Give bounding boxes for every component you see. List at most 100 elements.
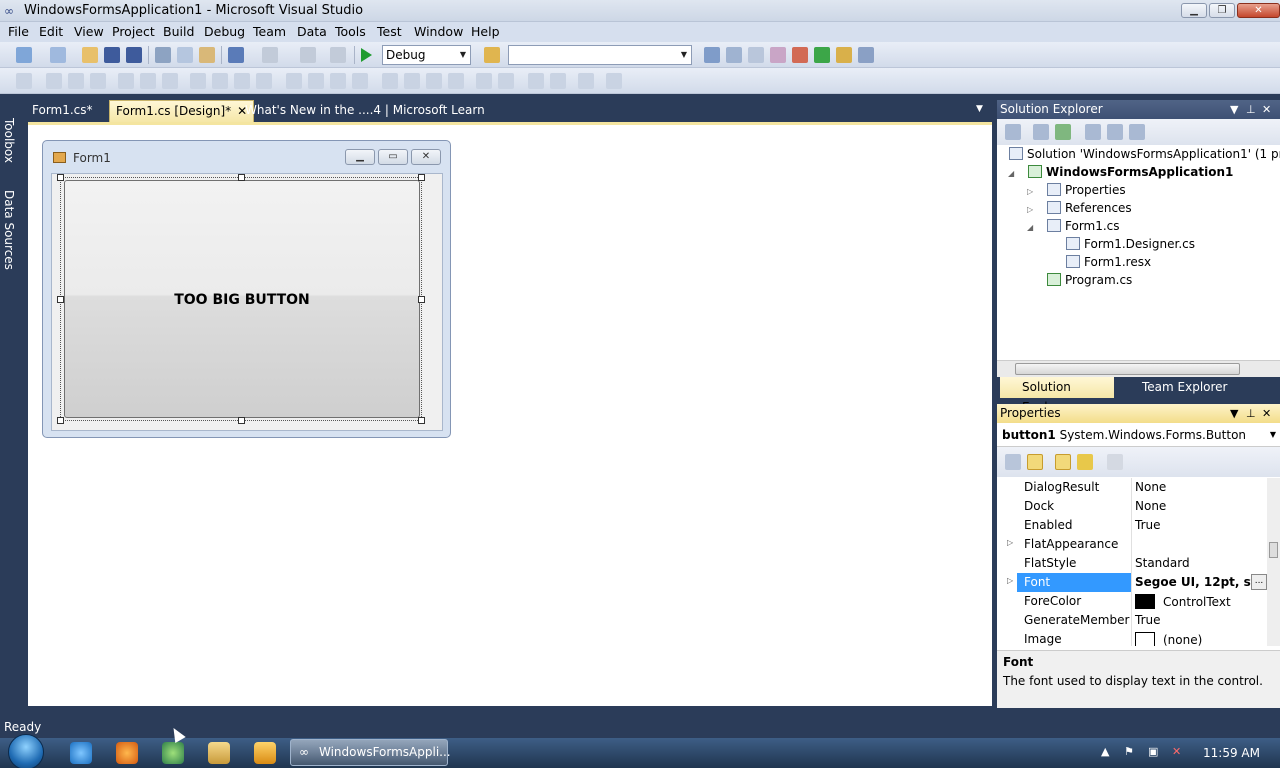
object-selector[interactable]: button1 System.Windows.Forms.Button ▼ — [997, 423, 1280, 447]
menu-edit[interactable]: Edit — [39, 24, 63, 39]
tree-solution[interactable]: Solution 'WindowsFormsApplication1' (1 p… — [1009, 147, 1280, 161]
size-to-grid-icon[interactable] — [212, 73, 228, 89]
resize-handle-top-right[interactable] — [418, 174, 425, 181]
align-lefts-icon[interactable] — [46, 73, 62, 89]
tree-properties[interactable]: Properties — [1047, 183, 1126, 197]
menu-help[interactable]: Help — [471, 24, 500, 39]
font-ellipsis-button[interactable]: ... — [1251, 574, 1267, 590]
view-class-diagram-icon[interactable] — [1129, 124, 1145, 140]
increase-horizontal-spacing-icon[interactable] — [308, 73, 324, 89]
resize-handle-top-left[interactable] — [57, 174, 64, 181]
add-item-icon[interactable] — [50, 47, 66, 63]
copy-icon[interactable] — [177, 47, 193, 63]
align-to-grid-icon[interactable] — [16, 73, 32, 89]
horizontal-scrollbar[interactable] — [997, 360, 1280, 377]
minimize-button[interactable]: ▁ — [1181, 3, 1207, 18]
property-row[interactable]: DialogResult None — [997, 478, 1267, 497]
make-same-size-icon[interactable] — [256, 73, 272, 89]
property-value[interactable]: True — [1135, 613, 1161, 627]
collapsed-icon[interactable]: ▷ — [1027, 205, 1033, 214]
menu-window[interactable]: Window — [414, 24, 463, 39]
window-position-icon[interactable]: ▼ — [1230, 404, 1238, 423]
property-value[interactable]: ControlText — [1135, 594, 1231, 609]
align-centers-icon[interactable] — [68, 73, 84, 89]
properties-window-icon[interactable] — [726, 47, 742, 63]
resize-handle-bottom-right[interactable] — [418, 417, 425, 424]
form-maximize-button[interactable]: ▭ — [378, 149, 408, 165]
close-panel-icon[interactable]: ✕ — [1262, 100, 1271, 119]
redo-icon[interactable] — [262, 47, 278, 63]
data-sources-tab[interactable]: Data Sources — [2, 190, 16, 270]
too-big-button[interactable]: TOO BIG BUTTON — [64, 180, 420, 418]
bring-to-front-icon[interactable] — [528, 73, 544, 89]
property-row[interactable]: ForeColor ControlText — [997, 592, 1267, 611]
align-tops-icon[interactable] — [118, 73, 134, 89]
close-panel-icon[interactable]: ✕ — [1262, 404, 1271, 423]
menu-file[interactable]: File — [8, 24, 29, 39]
window-position-icon[interactable]: ▼ — [1230, 100, 1238, 119]
pin-icon[interactable]: ⊥ — [1246, 100, 1256, 119]
command-window-icon[interactable] — [858, 47, 874, 63]
property-value[interactable]: Standard — [1135, 556, 1190, 570]
resize-handle-bottom-left[interactable] — [57, 417, 64, 424]
tree-form1-resx[interactable]: Form1.resx — [1066, 255, 1151, 269]
vertical-spacing-equal-icon[interactable] — [382, 73, 398, 89]
show-hidden-icons[interactable]: ▲ — [1101, 745, 1109, 758]
scrollbar-thumb[interactable] — [1015, 363, 1240, 375]
object-browser-icon[interactable] — [748, 47, 764, 63]
volume-muted-icon[interactable]: ✕ — [1172, 745, 1181, 758]
align-bottoms-icon[interactable] — [162, 73, 178, 89]
resize-handle-left[interactable] — [57, 296, 64, 303]
navigate-backward-icon[interactable] — [300, 47, 316, 63]
find-in-files-icon[interactable] — [484, 47, 500, 63]
maximize-button[interactable]: ❐ — [1209, 3, 1235, 18]
menu-tools[interactable]: Tools — [335, 24, 366, 39]
increase-vertical-spacing-icon[interactable] — [404, 73, 420, 89]
internet-explorer-icon[interactable] — [70, 742, 92, 764]
tab-order-icon[interactable] — [578, 73, 594, 89]
expand-icon[interactable]: ▷ — [1007, 538, 1013, 547]
property-row[interactable]: ▷ FlatAppearance — [997, 535, 1267, 554]
menu-data[interactable]: Data — [297, 24, 327, 39]
tree-form1-cs[interactable]: Form1.cs — [1047, 219, 1120, 233]
property-value[interactable]: Segoe UI, 12pt, sty — [1135, 575, 1264, 589]
start-button[interactable] — [8, 734, 44, 768]
categorized-icon[interactable] — [1005, 454, 1021, 470]
scrollbar-thumb[interactable] — [1269, 542, 1278, 558]
media-player-icon[interactable] — [254, 742, 276, 764]
tab-team-explorer[interactable]: Team Explorer — [1120, 377, 1230, 398]
find-combo[interactable]: ▼ — [508, 45, 692, 65]
clock[interactable]: 11:59 AM — [1203, 746, 1260, 760]
align-middles-icon[interactable] — [140, 73, 156, 89]
make-same-height-icon[interactable] — [234, 73, 250, 89]
start-debugging-icon[interactable] — [361, 48, 372, 62]
form-close-button[interactable]: ✕ — [411, 149, 441, 165]
toolbox-icon[interactable] — [770, 47, 786, 63]
menu-build[interactable]: Build — [163, 24, 194, 39]
remove-horizontal-spacing-icon[interactable] — [352, 73, 368, 89]
property-row[interactable]: Image (none) — [997, 630, 1267, 646]
tree-program-cs[interactable]: Program.cs — [1047, 273, 1132, 287]
media-center-icon[interactable] — [162, 742, 184, 764]
properties-view-icon[interactable] — [1055, 454, 1071, 470]
tab-list-dropdown-icon[interactable]: ▼ — [976, 104, 983, 114]
undo-icon[interactable] — [228, 47, 244, 63]
close-button[interactable]: ✕ — [1237, 3, 1280, 18]
make-same-width-icon[interactable] — [190, 73, 206, 89]
lock-controls-icon[interactable] — [606, 73, 622, 89]
tree-form1-designer[interactable]: Form1.Designer.cs — [1066, 237, 1195, 251]
property-pages-icon[interactable] — [1107, 454, 1123, 470]
tools-icon[interactable] — [792, 47, 808, 63]
open-file-icon[interactable] — [82, 47, 98, 63]
expanded-icon[interactable]: ◢ — [1027, 223, 1033, 232]
paste-icon[interactable] — [199, 47, 215, 63]
show-all-files-icon[interactable] — [1033, 124, 1049, 140]
menu-debug[interactable]: Debug — [204, 24, 245, 39]
solution-configuration-select[interactable]: Debug ▼ — [382, 45, 471, 65]
start-page-icon[interactable] — [814, 47, 830, 63]
resize-handle-right[interactable] — [418, 296, 425, 303]
tab-form1-design[interactable]: Form1.cs [Design]* ✕ — [109, 100, 255, 122]
tab-form1-code[interactable]: Form1.cs* — [26, 100, 99, 122]
property-value[interactable]: (none) — [1135, 632, 1202, 646]
save-icon[interactable] — [104, 47, 120, 63]
